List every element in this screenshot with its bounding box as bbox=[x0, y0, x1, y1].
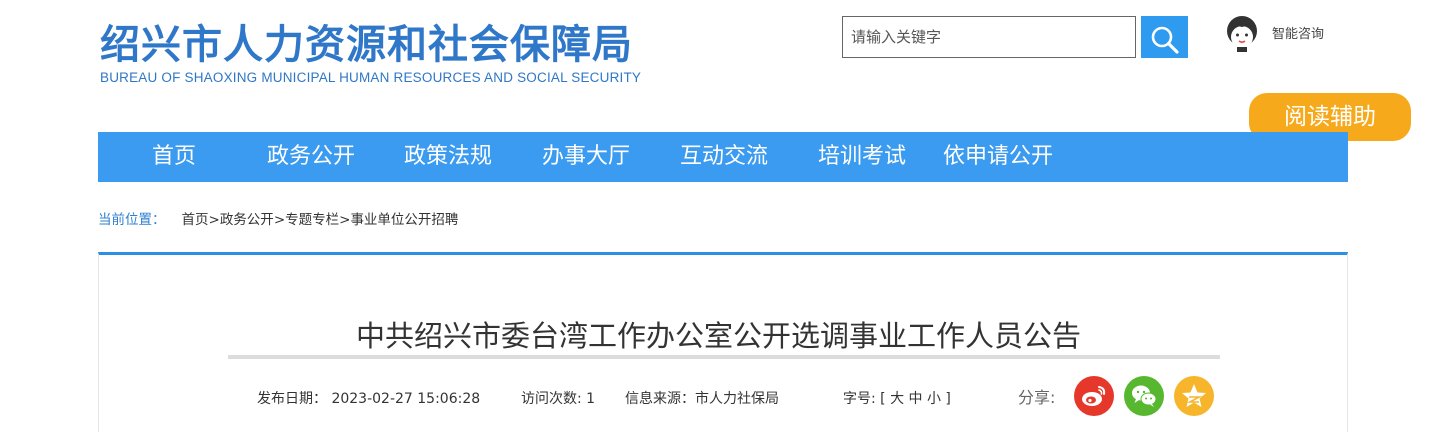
assistant-avatar-icon bbox=[1227, 16, 1257, 52]
nav-item-home[interactable]: 首页 bbox=[152, 132, 196, 182]
publish-date: 发布日期： 2023-02-27 15:06:28 bbox=[257, 391, 481, 407]
share-weibo-button[interactable] bbox=[1074, 376, 1114, 416]
site-logo[interactable]: 绍兴市人力资源和社会保障局 BUREAU OF SHAOXING MUNICIP… bbox=[100, 21, 642, 86]
info-source: 信息来源：市人力社保局 bbox=[625, 391, 779, 407]
share-qzone-button[interactable] bbox=[1174, 376, 1214, 416]
breadcrumb-label: 当前位置： bbox=[98, 212, 166, 228]
org-name-en: BUREAU OF SHAOXING MUNICIPAL HUMAN RESOU… bbox=[100, 70, 642, 85]
nav-item-gov-affairs[interactable]: 政务公开 bbox=[267, 132, 355, 182]
wechat-icon bbox=[1132, 385, 1157, 407]
smart-consult-link[interactable]: 智能咨询 bbox=[1224, 14, 1324, 54]
main-nav: 首页 政务公开 政策法规 办事大厅 互动交流 培训考试 依申请公开 bbox=[98, 132, 1348, 182]
search-button[interactable] bbox=[1141, 16, 1188, 58]
title-divider bbox=[228, 355, 1220, 359]
breadcrumb-special-topics[interactable]: 专题专栏 bbox=[285, 212, 339, 228]
nav-item-service[interactable]: 办事大厅 bbox=[542, 132, 630, 182]
search-input[interactable] bbox=[842, 16, 1136, 58]
org-name-cn: 绍兴市人力资源和社会保障局 bbox=[100, 21, 633, 68]
share-wechat-button[interactable] bbox=[1124, 376, 1164, 416]
weibo-icon bbox=[1082, 386, 1106, 406]
breadcrumb-recruitment[interactable]: 事业单位公开招聘 bbox=[350, 212, 458, 228]
breadcrumb-separator: > bbox=[273, 212, 286, 228]
nav-item-interact[interactable]: 互动交流 bbox=[680, 132, 768, 182]
breadcrumb-gov-affairs[interactable]: 政务公开 bbox=[220, 212, 274, 228]
nav-item-request[interactable]: 依申请公开 bbox=[943, 132, 1053, 182]
nav-item-training[interactable]: 培训考试 bbox=[818, 132, 906, 182]
font-size-control[interactable]: 字号: [ 大 中 小 ] bbox=[843, 388, 951, 408]
nav-item-policy[interactable]: 政策法规 bbox=[404, 132, 492, 182]
breadcrumb-separator: > bbox=[208, 212, 220, 228]
smart-consult-label: 智能咨询 bbox=[1272, 26, 1325, 42]
qzone-icon bbox=[1182, 384, 1206, 407]
article-title: 中共绍兴市委台湾工作办公室公开选调事业工作人员公告 bbox=[355, 319, 1081, 353]
breadcrumb-home[interactable]: 首页 bbox=[182, 212, 209, 228]
search-icon bbox=[1151, 26, 1179, 54]
breadcrumb-separator: > bbox=[339, 212, 351, 228]
visit-count: 访问次数: 1 bbox=[521, 391, 596, 407]
breadcrumb: 当前位置： 首页>政务公开>专题专栏>事业单位公开招聘 bbox=[98, 208, 458, 228]
share-label: 分享: bbox=[1018, 388, 1056, 407]
